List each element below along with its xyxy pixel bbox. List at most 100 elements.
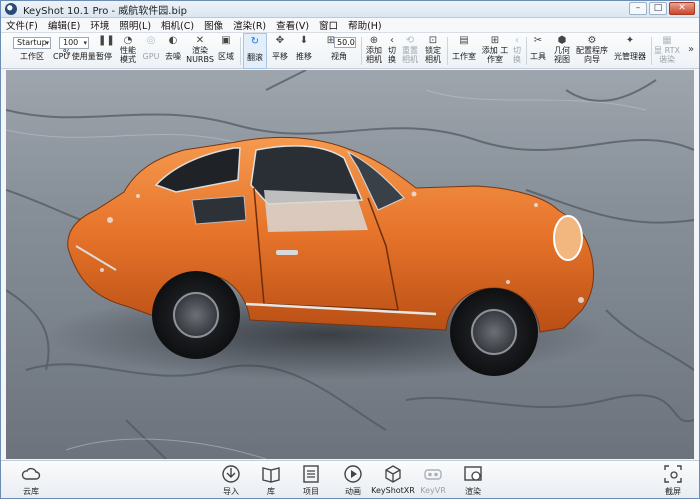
toolbar-divider xyxy=(526,37,527,65)
region-label: 区域 xyxy=(218,52,234,61)
import-label: 导入 xyxy=(223,487,239,496)
add-studio-label: 添加 工作室 xyxy=(481,46,509,64)
render-button[interactable]: 渲染 xyxy=(451,461,495,499)
vr-headset-icon xyxy=(424,469,442,480)
light-manager-button[interactable]: ✦ 光管理器 xyxy=(612,33,648,69)
import-button[interactable]: 导入 xyxy=(209,461,253,499)
title-bar: KeyShot 10.1 Pro - 威航软件园.bip – □ ✕ xyxy=(1,1,699,18)
project-label: 项目 xyxy=(303,487,319,496)
lock-camera-button[interactable]: ⊡ 锁定 相机 xyxy=(422,33,444,69)
studio-button[interactable]: ▤ 工作室 xyxy=(451,33,477,69)
menu-view[interactable]: 查看(V) xyxy=(276,18,309,32)
gpu-label: GPU xyxy=(142,52,160,61)
pan-button[interactable]: ✥ 平移 xyxy=(269,33,291,69)
close-button[interactable]: ✕ xyxy=(669,2,695,15)
render-viewport[interactable] xyxy=(6,70,694,459)
pan-icon: ✥ xyxy=(275,35,285,46)
add-camera-button[interactable]: ⊕ 添加 相机 xyxy=(363,33,385,69)
animation-button[interactable]: 动画 xyxy=(331,461,375,499)
fov-input[interactable]: 50.0 xyxy=(334,37,356,48)
nurbs-icon: ✕ xyxy=(195,35,205,46)
animation-label: 动画 xyxy=(345,487,361,496)
denoise-button[interactable]: ◐ 去噪 xyxy=(162,33,184,69)
menu-file[interactable]: 文件(F) xyxy=(6,18,38,32)
window-title: KeyShot 10.1 Pro - 威航软件园.bip xyxy=(23,5,187,17)
screenshot-label: 截屏 xyxy=(665,487,681,496)
tools-button[interactable]: ✂ 工具 xyxy=(528,33,548,69)
screenshot-button[interactable]: 截屏 xyxy=(651,461,695,499)
gpu-button[interactable]: ◎ GPU xyxy=(142,33,160,69)
keyshotxr-button[interactable]: KeyShotXR xyxy=(371,461,415,499)
app-window: KeyShot 10.1 Pro - 威航软件园.bip – □ ✕ 文件(F)… xyxy=(0,0,700,499)
dolly-label: 推移 xyxy=(296,52,312,61)
rtx-label: 显 RTX 谐染 xyxy=(654,46,680,64)
region-button[interactable]: ▣ 区域 xyxy=(215,33,237,69)
geometry-icon: ⬢ xyxy=(557,35,567,46)
fov-label: 视角 xyxy=(331,52,347,61)
menu-image[interactable]: 图像 xyxy=(204,18,223,32)
render-icon xyxy=(464,466,482,481)
keyvr-label: KeyVR xyxy=(420,486,446,495)
render-image xyxy=(6,70,694,459)
performance-mode-label: 性能 模式 xyxy=(120,46,136,64)
cloud-library-label: 云库 xyxy=(23,487,39,496)
rotate-icon: ↻ xyxy=(250,36,260,47)
gpu-icon: ◎ xyxy=(146,35,156,46)
maximize-button[interactable]: □ xyxy=(649,2,667,15)
lock-icon: ⊡ xyxy=(428,35,438,46)
pause-button[interactable]: ❚❚ 暂停 xyxy=(94,33,115,69)
wizard-icon: ⚙ xyxy=(587,35,597,46)
reset-camera-button[interactable]: ⟲ 重置 相机 xyxy=(399,33,421,69)
tumble-button[interactable]: ↻ 翻滚 xyxy=(243,33,267,69)
project-icon xyxy=(303,465,319,483)
cpu-usage-button[interactable]: CPU 使用量 xyxy=(53,33,96,69)
render-nurbs-button[interactable]: ✕ 渲染 NURBS xyxy=(186,33,214,69)
menu-window[interactable]: 窗口 xyxy=(319,18,338,32)
tools-icon: ✂ xyxy=(533,35,543,46)
menu-edit[interactable]: 编辑(E) xyxy=(48,18,80,32)
dolly-button[interactable]: ⬇ 推移 xyxy=(293,33,315,69)
project-button[interactable]: 项目 xyxy=(289,461,333,499)
cloud-library-button[interactable]: 云库 xyxy=(9,461,53,499)
toolbar-divider xyxy=(651,37,652,65)
library-button[interactable]: 库 xyxy=(249,461,293,499)
cpu-usage-label: CPU 使用量 xyxy=(53,52,96,61)
denoise-icon: ◐ xyxy=(168,35,178,46)
workspace-label: 工作区 xyxy=(20,52,44,61)
cloud-icon xyxy=(21,467,41,480)
studio-add-icon: ⊞ xyxy=(490,35,500,46)
geometry-view-button[interactable]: ⬢ 几何 视图 xyxy=(550,33,574,69)
configurator-wizard-label: 配置程序 向导 xyxy=(576,46,608,64)
keyvr-button[interactable]: KeyVR xyxy=(411,461,455,499)
light-manager-label: 光管理器 xyxy=(614,52,646,61)
workspace-button[interactable]: 工作区 xyxy=(15,33,49,69)
menu-render[interactable]: 渲染(R) xyxy=(233,18,266,32)
menu-environment[interactable]: 环境 xyxy=(90,18,109,32)
switch-camera-button[interactable]: ‹ 切 换 xyxy=(385,33,399,69)
switch-camera-label: 切 换 xyxy=(388,46,396,64)
add-camera-label: 添加 相机 xyxy=(366,46,382,64)
performance-mode-button[interactable]: ◔ 性能 模式 xyxy=(116,33,140,69)
switch-studio-button[interactable]: ‹ 切 换 xyxy=(510,33,524,69)
pause-icon: ❚❚ xyxy=(98,35,115,46)
add-studio-button[interactable]: ⊞ 添加 工作室 xyxy=(481,33,509,69)
keyshotxr-label: KeyShotXR xyxy=(371,486,415,495)
reset-camera-label: 重置 相机 xyxy=(402,46,418,64)
menu-camera[interactable]: 相机(C) xyxy=(161,18,194,32)
geometry-view-label: 几何 视图 xyxy=(554,46,570,64)
menu-lighting[interactable]: 照明(L) xyxy=(119,18,151,32)
rtx-button[interactable]: ▦ 显 RTX 谐染 xyxy=(654,33,680,69)
light-icon: ✦ xyxy=(625,35,635,46)
menu-help[interactable]: 帮助(H) xyxy=(348,18,382,32)
denoise-label: 去噪 xyxy=(165,52,181,61)
pause-label: 暂停 xyxy=(96,52,112,61)
configurator-wizard-button[interactable]: ⚙ 配置程序 向导 xyxy=(575,33,609,69)
toolbar-divider xyxy=(361,37,362,65)
minimize-button[interactable]: – xyxy=(629,2,647,15)
chevron-left-icon: ‹ xyxy=(390,35,394,46)
keyshot-logo-icon xyxy=(5,3,17,15)
toolbar-divider xyxy=(447,37,448,65)
toolbar-divider xyxy=(240,37,241,65)
render-nurbs-label: 渲染 NURBS xyxy=(186,46,214,64)
toolbar-overflow-button[interactable]: » xyxy=(685,33,697,69)
